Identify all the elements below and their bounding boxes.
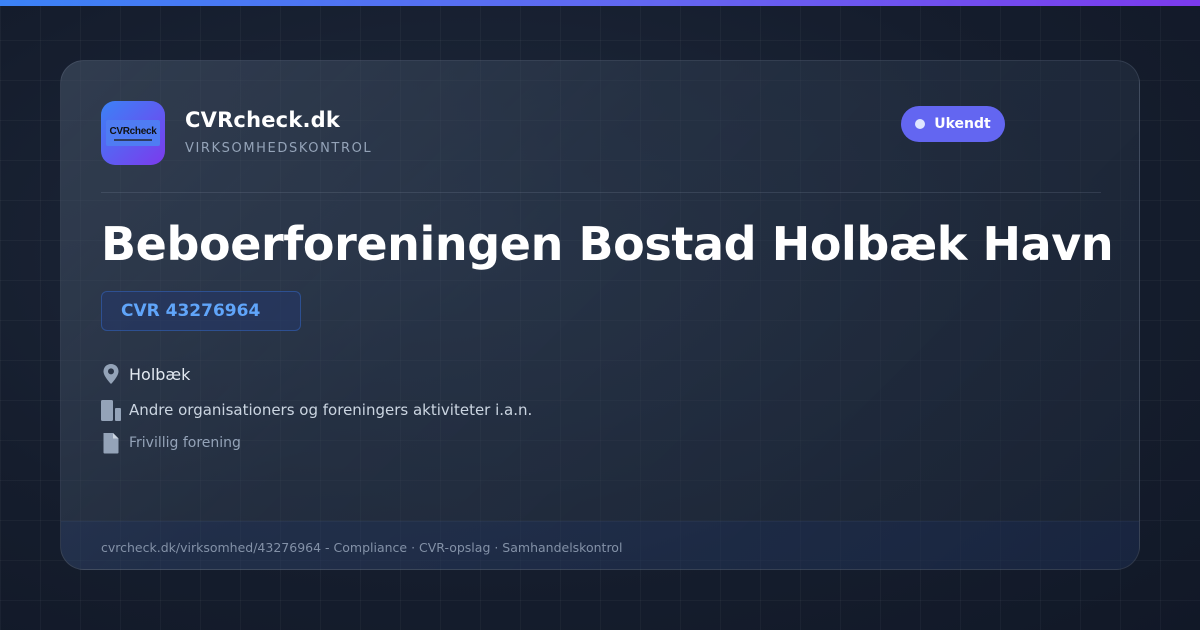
logo-text: CVRcheck (109, 125, 157, 137)
detail-row-location: Holbæk (101, 363, 190, 385)
detail-row-industry: Andre organisationers og foreningers akt… (101, 399, 532, 421)
logo-underline (114, 138, 152, 141)
company-name: Beboerforeningen Bostad Holbæk Havn (101, 217, 1114, 271)
cvr-number-box: CVR 43276964 (101, 291, 301, 331)
brand-logo: CVRcheck (101, 101, 165, 165)
brand-name: CVRcheck.dk (185, 108, 341, 132)
status-label: Ukendt (934, 116, 991, 132)
location-pin-icon (101, 363, 121, 385)
company-card: CVRcheck CVRcheck.dk VIRKSOMHEDSKONTROL … (60, 60, 1140, 570)
detail-row-type: Frivillig forening (101, 432, 241, 454)
status-badge: Ukendt (901, 106, 1005, 142)
cvr-number: CVR 43276964 (121, 301, 261, 321)
card-footer: cvrcheck.dk/virksomhed/43276964 - Compli… (61, 521, 1139, 569)
building-icon (101, 399, 121, 421)
status-dot-icon (915, 119, 926, 129)
top-accent-bar (0, 0, 1200, 6)
document-icon (101, 432, 121, 454)
logo-badge: CVRcheck (106, 120, 160, 146)
footer-text: cvrcheck.dk/virksomhed/43276964 - Compli… (101, 540, 623, 555)
detail-type-text: Frivillig forening (129, 435, 241, 451)
detail-industry-text: Andre organisationers og foreningers akt… (129, 401, 533, 419)
header-divider (101, 192, 1101, 193)
brand-tagline: VIRKSOMHEDSKONTROL (185, 141, 373, 156)
detail-location-text: Holbæk (129, 364, 191, 384)
